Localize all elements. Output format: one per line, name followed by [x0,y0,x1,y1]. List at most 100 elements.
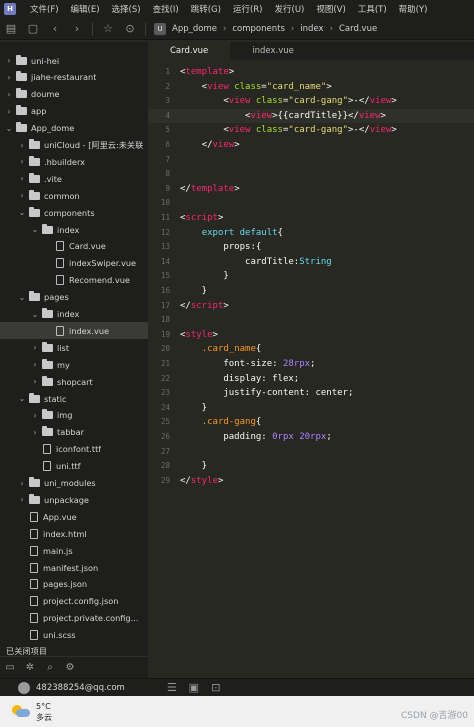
chevron-down-icon[interactable]: ⌄ [30,225,40,234]
menu-publish[interactable]: 发行(U) [269,3,311,15]
code-line[interactable]: 27 [148,445,474,460]
code-line[interactable]: 9 </template> [148,182,474,197]
user-avatar-icon[interactable] [18,681,30,694]
code-line[interactable]: 14 cardTitle:String [148,255,474,270]
code-line[interactable]: 17 </script> [148,299,474,314]
breadcrumb-item[interactable]: App_dome [172,24,217,34]
code-line[interactable]: 28 } [148,459,474,474]
code-line[interactable]: 19 <style> [148,328,474,343]
tree-file[interactable]: Recomend.vue [0,272,148,289]
tree-folder[interactable]: ⌄ index [0,306,148,323]
tree-file[interactable]: project.private.config... [0,610,148,627]
menu-edit[interactable]: 编辑(E) [65,3,106,15]
code-line[interactable]: 10 [148,196,474,211]
code-line[interactable]: 1 <template> [148,65,474,80]
tree-file[interactable]: indexSwiper.vue [0,255,148,272]
code-line[interactable]: 3 <view class="card-gang">-</view> [148,94,474,109]
code-line[interactable]: 25 .card-gang{ [148,415,474,430]
tree-file[interactable]: index.vue [0,322,148,340]
tree-folder[interactable]: › common [0,187,148,204]
tree-file[interactable]: project.config.json [0,593,148,610]
chevron-right-icon[interactable]: › [30,428,40,437]
back-icon[interactable]: ‹ [44,18,66,40]
code-line[interactable]: 2 <view class="card_name"> [148,80,474,95]
tree-folder[interactable]: › .vite [0,170,148,187]
star-icon[interactable]: ☆ [97,18,119,40]
plugin-icon[interactable]: ✲ [20,659,40,677]
chevron-right-icon[interactable]: › [17,141,27,150]
code-line[interactable]: 15 } [148,269,474,284]
tree-folder[interactable]: › .hbuilderx [0,153,148,170]
tree-folder[interactable]: › my [0,356,148,373]
code-line[interactable]: 12 export default{ [148,226,474,241]
tree-folder[interactable]: ⌄ index [0,221,148,238]
chevron-right-icon[interactable]: › [4,56,14,65]
run-icon[interactable]: ⊙ [119,18,141,40]
tab-card-vue[interactable]: Card.vue [148,42,231,60]
chevron-right-icon[interactable]: › [17,157,27,166]
tree-file[interactable]: uni.scss [0,627,148,644]
tree-folder[interactable]: › unpackage [0,491,148,508]
menu-run[interactable]: 运行(R) [227,3,269,15]
tree-file[interactable]: pages.json [0,576,148,593]
menu-tools[interactable]: 工具(T) [352,3,393,15]
menu-help[interactable]: 帮助(Y) [393,3,434,15]
weather-widget[interactable]: 5°C 多云 [36,701,52,723]
forward-icon[interactable]: › [66,18,88,40]
code-line[interactable]: 18 [148,313,474,328]
chevron-right-icon[interactable]: › [4,90,14,99]
search-icon[interactable]: ⌕ [40,659,60,677]
tree-folder[interactable]: › tabbar [0,424,148,441]
menu-view[interactable]: 视图(V) [310,3,351,15]
code-line[interactable]: 24 } [148,401,474,416]
tree-file[interactable]: index.html [0,525,148,542]
code-line[interactable]: 23 justify-content: center; [148,386,474,401]
menu-select[interactable]: 选择(S) [106,3,147,15]
code-line[interactable]: 20 .card_name{ [148,342,474,357]
code-editor[interactable]: 1 <template> 2 <view class="card_name"> 3 <… [148,60,474,678]
tree-file[interactable]: Card.vue [0,238,148,255]
chevron-right-icon[interactable]: › [17,479,27,488]
chevron-right-icon[interactable]: › [4,73,14,82]
tree-file[interactable]: main.js [0,542,148,559]
chevron-right-icon[interactable]: › [30,377,40,386]
chevron-right-icon[interactable]: › [17,495,27,504]
toggle-sidebar-icon[interactable]: ▤ [0,18,22,40]
chevron-right-icon[interactable]: › [30,343,40,352]
chevron-right-icon[interactable]: › [17,174,27,183]
code-line[interactable]: 21 font-size: 28rpx; [148,357,474,372]
tree-folder[interactable]: ⌄ static [0,390,148,407]
menu-find[interactable]: 查找(I) [147,3,185,15]
code-line[interactable]: 6 </view> [148,138,474,153]
tree-folder[interactable]: › uniCloud - [阿里云:未关联 [0,137,148,154]
user-account[interactable]: 482388254@qq.com [36,683,125,693]
tab-index-vue[interactable]: index.vue [230,42,316,60]
chevron-down-icon[interactable]: ⌄ [17,394,27,403]
new-file-icon[interactable]: ▢ [22,18,44,40]
tree-folder[interactable]: › app [0,103,148,120]
menu-goto[interactable]: 跳转(G) [185,3,227,15]
tree-folder[interactable]: › list [0,339,148,356]
menu-file[interactable]: 文件(F) [24,3,65,15]
breadcrumb-item[interactable]: components [232,24,285,34]
code-line[interactable]: 16 } [148,284,474,299]
tree-folder[interactable]: ⌄ App_dome [0,120,148,137]
chevron-right-icon[interactable]: › [30,360,40,369]
chevron-down-icon[interactable]: ⌄ [17,208,27,217]
code-line[interactable]: 7 [148,153,474,168]
chevron-right-icon[interactable]: › [17,191,27,200]
code-line[interactable]: 8 [148,167,474,182]
code-line[interactable]: 11 <script> [148,211,474,226]
settings-icon[interactable]: ⚙ [60,659,80,677]
tree-folder[interactable]: › shopcart [0,373,148,390]
chevron-right-icon[interactable]: › [30,411,40,420]
tree-file[interactable]: iconfont.ttf [0,441,148,458]
chevron-down-icon[interactable]: ⌄ [17,293,27,302]
tree-file[interactable]: manifest.json [0,559,148,576]
breadcrumb-item[interactable]: Card.vue [339,24,377,34]
tree-folder[interactable]: › jiahe-restaurant [0,69,148,86]
tree-folder[interactable]: › uni_modules [0,475,148,492]
tree-folder[interactable]: › doume [0,86,148,103]
breadcrumb-item[interactable]: index [300,24,323,34]
chevron-down-icon[interactable]: ⌄ [4,124,14,133]
